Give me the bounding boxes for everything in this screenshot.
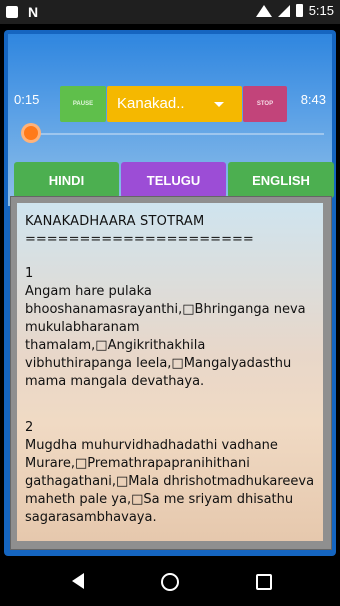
elapsed-time: 0:15	[14, 92, 40, 107]
stop-button[interactable]: STOP	[243, 86, 287, 122]
signal-icon	[277, 4, 290, 17]
seek-bar-thumb[interactable]	[24, 126, 38, 140]
main-frame: 0:15 PAUSE Kanakad.. STOP 8:43 HINDI TEL…	[4, 30, 336, 556]
lyrics-panel: KANAKADHAARA STOTRAM ===================…	[10, 196, 332, 550]
n-icon: N	[28, 4, 39, 20]
recent-apps-icon[interactable]	[256, 574, 272, 590]
verse-text: Angam hare pulaka bhooshanamasrayanthi,□…	[25, 284, 306, 389]
track-dropdown[interactable]: Kanakad..	[107, 86, 242, 122]
player-header: 0:15 PAUSE Kanakad.. STOP 8:43 HINDI TEL…	[8, 34, 334, 206]
app-area: 0:15 PAUSE Kanakad.. STOP 8:43 HINDI TEL…	[0, 24, 340, 560]
square-icon	[6, 6, 18, 18]
duration-time: 8:43	[300, 92, 326, 107]
verse-number: 2	[25, 420, 34, 435]
track-dropdown-value: Kanakad..	[117, 95, 185, 112]
caret-down-icon	[214, 102, 224, 107]
wifi-icon	[255, 4, 272, 17]
seek-bar-track[interactable]	[30, 133, 324, 135]
lyrics-text: KANAKADHAARA STOTRAM ===================…	[17, 203, 323, 541]
back-icon[interactable]	[72, 573, 84, 589]
lyrics-divider: =====================	[25, 232, 254, 247]
home-icon[interactable]	[161, 573, 179, 591]
pause-button[interactable]: PAUSE	[60, 86, 106, 122]
status-bar: N 5:15	[0, 0, 340, 24]
battery-icon	[295, 4, 303, 17]
language-tabs: HINDI TELUGU ENGLISH	[14, 162, 334, 200]
navigation-bar	[0, 560, 340, 606]
verse-text: Mugdha muhurvidhadhadathi vadhane Murare…	[25, 438, 315, 525]
verse-number: 1	[25, 266, 34, 281]
tab-hindi[interactable]: HINDI	[14, 162, 119, 198]
lyrics-title: KANAKADHAARA STOTRAM	[25, 214, 205, 229]
tab-telugu[interactable]: TELUGU	[121, 162, 226, 198]
status-time: 5:15	[308, 3, 334, 18]
lyrics-scroll-area[interactable]: KANAKADHAARA STOTRAM ===================…	[17, 203, 323, 541]
tab-english[interactable]: ENGLISH	[228, 162, 334, 198]
